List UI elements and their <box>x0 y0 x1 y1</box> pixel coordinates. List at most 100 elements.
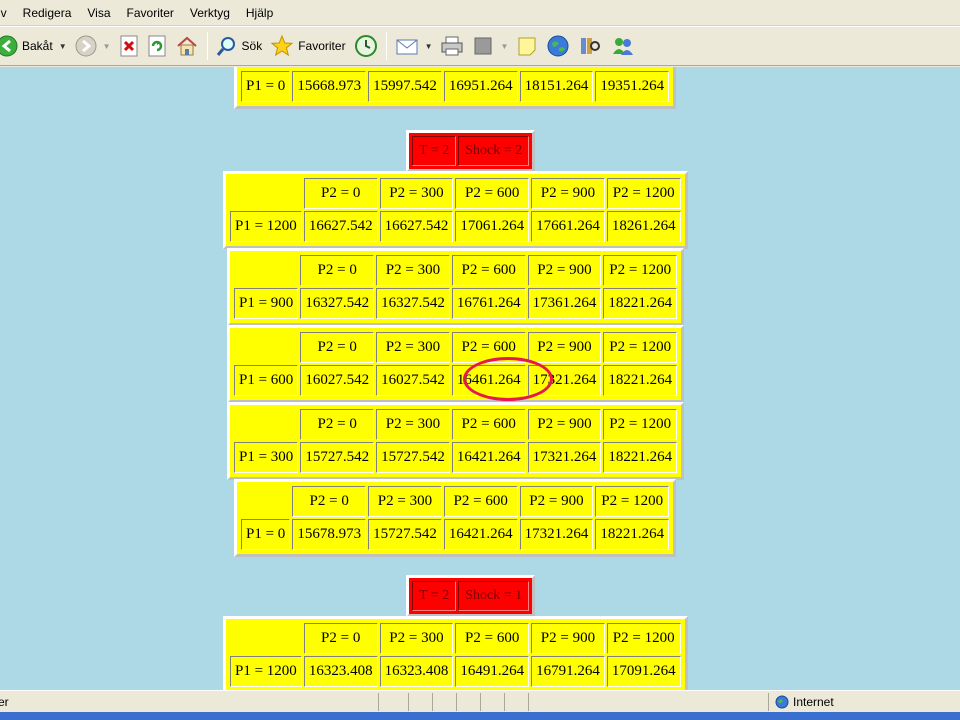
scenario-header: T = 2 Shock = 2 <box>406 130 536 172</box>
toolbar-separator <box>385 32 387 60</box>
menu-tools[interactable]: Verktyg <box>182 3 238 23</box>
table-cell: P1 = 600 <box>234 365 299 396</box>
search-label: Sök <box>241 39 263 53</box>
table-row: P2 = 0 P2 = 300 P2 = 600 P2 = 900 P2 = 1… <box>234 332 678 363</box>
status-cell <box>480 692 504 711</box>
menu-view[interactable]: Visa <box>79 3 118 23</box>
table-cell <box>230 623 302 654</box>
star-icon <box>270 34 294 57</box>
forward-arrow-icon <box>75 35 97 57</box>
table-cell: P1 = 1200 <box>230 211 302 242</box>
shock-label: Shock = 1 <box>458 581 530 611</box>
table-cell <box>241 486 290 517</box>
back-button[interactable]: Bakåt ▼ <box>0 30 71 62</box>
table-cell: P2 = 0 <box>300 255 375 286</box>
table-cell: P2 = 0 <box>292 486 367 517</box>
table-cell <box>234 332 298 363</box>
table-row: P2 = 0 P2 = 300 P2 = 600 P2 = 900 P2 = 1… <box>234 409 678 440</box>
edit-icon <box>474 37 492 55</box>
table-cell: P2 = 300 <box>376 255 450 286</box>
back-arrow-icon <box>0 35 18 57</box>
internet-globe-icon <box>775 695 789 708</box>
status-zone: Internet <box>768 692 960 711</box>
menu-file[interactable]: iv <box>0 3 15 23</box>
table-cell: 15678.973 <box>292 519 367 550</box>
table-cell: 17361.264 <box>527 288 602 319</box>
table-cell: 18221.264 <box>603 442 678 473</box>
value-table: P2 = 0 P2 = 300 P2 = 600 P2 = 900 P2 = 1… <box>223 171 688 249</box>
refresh-button[interactable] <box>143 30 171 62</box>
back-label: Bakåt <box>22 39 53 53</box>
table-cell: 16627.542 <box>379 211 454 242</box>
discuss-button[interactable] <box>512 30 542 62</box>
menu-edit[interactable]: Redigera <box>15 3 80 23</box>
status-cell <box>432 692 456 711</box>
forward-dropdown-icon[interactable]: ▼ <box>103 42 111 51</box>
messenger-button[interactable] <box>606 30 640 62</box>
home-button[interactable] <box>171 30 203 62</box>
table-cell: 16491.264 <box>455 656 530 687</box>
search-button[interactable]: Sök <box>212 30 267 62</box>
table-cell: P2 = 1200 <box>606 178 681 209</box>
edit-dropdown-icon[interactable]: ▼ <box>500 42 508 51</box>
table-cell: P2 = 1200 <box>595 486 670 517</box>
table-cell: P2 = 900 <box>527 255 602 286</box>
history-button[interactable] <box>350 30 382 62</box>
table-cell <box>230 178 302 209</box>
table-cell: P1 = 900 <box>234 288 299 319</box>
table-cell: 16421.264 <box>451 442 526 473</box>
table-cell: P2 = 900 <box>531 178 605 209</box>
research-button[interactable] <box>574 30 606 62</box>
edit-button[interactable]: ▼ <box>468 30 512 62</box>
favorites-label: Favoriter <box>298 39 346 53</box>
table-cell: 18221.264 <box>603 365 678 396</box>
table-cell: P2 = 300 <box>376 409 450 440</box>
table-cell: 17321.264 <box>527 442 602 473</box>
table-cell: 16027.542 <box>376 365 450 396</box>
status-bar: er Internet <box>0 690 960 712</box>
status-text: er <box>0 694 9 709</box>
table-cell: P2 = 600 <box>455 178 530 209</box>
table-cell: P2 = 300 <box>379 178 454 209</box>
table-cell: P2 = 600 <box>443 486 518 517</box>
table-cell: 15668.973 <box>292 71 367 102</box>
mail-button[interactable]: ▼ <box>391 30 437 62</box>
taskbar <box>0 712 960 720</box>
highlight-ellipse <box>463 357 553 401</box>
page-content: P1 = 0 15668.973 15997.542 16951.264 181… <box>0 67 960 690</box>
table-cell: P2 = 900 <box>519 486 594 517</box>
table-cell: P2 = 0 <box>300 409 375 440</box>
globe-button[interactable] <box>542 30 574 62</box>
favorites-button[interactable]: Favoriter <box>266 30 349 62</box>
table-cell: P2 = 0 <box>303 623 378 654</box>
mail-dropdown-icon[interactable]: ▼ <box>425 42 433 51</box>
back-dropdown-icon[interactable]: ▼ <box>59 42 67 51</box>
table-cell: 17061.264 <box>455 211 530 242</box>
menu-favorites[interactable]: Favoriter <box>119 3 182 23</box>
status-cell <box>456 692 480 711</box>
table-cell: 16951.264 <box>443 71 518 102</box>
period-label: T = 2 <box>412 581 457 611</box>
print-button[interactable] <box>436 30 468 62</box>
stop-icon <box>120 35 138 57</box>
table-cell: 16327.542 <box>376 288 450 319</box>
table-cell: 15727.542 <box>300 442 375 473</box>
table-row: P2 = 0 P2 = 300 P2 = 600 P2 = 900 P2 = 1… <box>230 178 681 209</box>
table-cell: P2 = 0 <box>300 332 375 363</box>
zone-label: Internet <box>793 694 834 709</box>
forward-button[interactable]: ▼ <box>71 30 115 62</box>
table-cell: P2 = 300 <box>379 623 454 654</box>
table-cell: 18221.264 <box>595 519 670 550</box>
table-cell: P2 = 600 <box>451 409 526 440</box>
table-cell: 18261.264 <box>606 211 681 242</box>
table-row: P1 = 1200 16627.542 16627.542 17061.264 … <box>230 211 681 242</box>
table-cell: P1 = 0 <box>241 519 291 550</box>
table-cell: 15727.542 <box>368 519 442 550</box>
menu-help[interactable]: Hjälp <box>238 3 281 23</box>
table-cell: P1 = 1200 <box>230 656 302 687</box>
table-cell: P1 = 300 <box>234 442 299 473</box>
table-cell: 15997.542 <box>368 71 442 102</box>
stop-button[interactable] <box>115 30 143 62</box>
table-cell: 15727.542 <box>376 442 450 473</box>
table-cell: P2 = 900 <box>527 409 602 440</box>
